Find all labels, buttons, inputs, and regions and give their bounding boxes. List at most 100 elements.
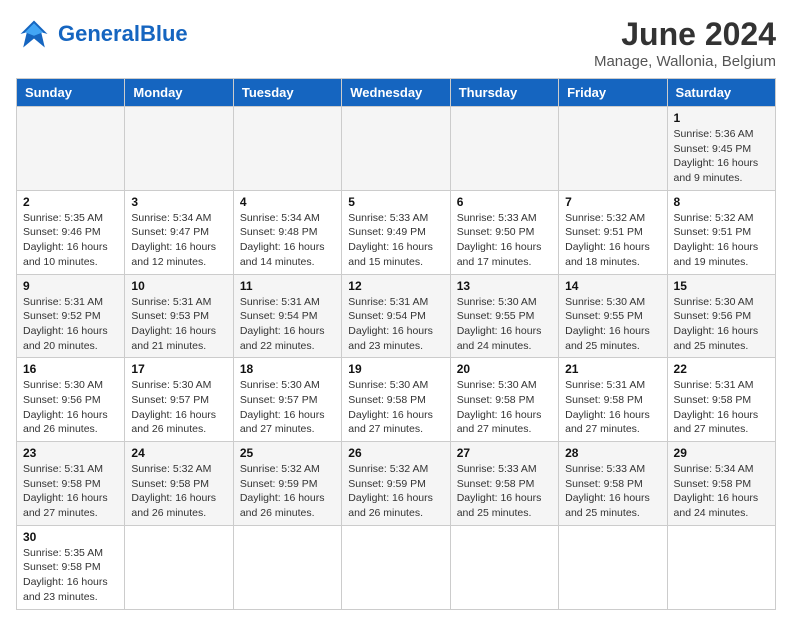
- day-info: Sunrise: 5:31 AMSunset: 9:58 PMDaylight:…: [674, 378, 769, 437]
- calendar-cell: 26 Sunrise: 5:32 AMSunset: 9:59 PMDayligh…: [342, 442, 450, 526]
- day-number: 18: [240, 362, 335, 376]
- day-info: Sunrise: 5:33 AMSunset: 9:58 PMDaylight:…: [457, 462, 552, 521]
- calendar-cell: [233, 525, 341, 609]
- weekday-header-thursday: Thursday: [450, 79, 558, 107]
- day-info: Sunrise: 5:30 AMSunset: 9:55 PMDaylight:…: [457, 295, 552, 354]
- calendar-cell: 24Sunrise: 5:32 AMSunset: 9:58 PMDayligh…: [125, 442, 233, 526]
- calendar-cell: 16Sunrise: 5:30 AMSunset: 9:56 PMDayligh…: [17, 358, 125, 442]
- day-info: Sunrise: 5:31 AMSunset: 9:52 PMDaylight:…: [23, 295, 118, 354]
- day-info: Sunrise: 5:31 AMSunset: 9:53 PMDaylight:…: [131, 295, 226, 354]
- day-number: 6: [457, 195, 552, 209]
- day-number: 27: [457, 446, 552, 460]
- day-number: 4: [240, 195, 335, 209]
- day-number: 19: [348, 362, 443, 376]
- calendar-week-5: 23Sunrise: 5:31 AMSunset: 9:58 PMDayligh…: [17, 442, 776, 526]
- day-info: Sunrise: 5:32 AMSunset: 9:51 PMDaylight:…: [565, 211, 660, 270]
- day-number: 20: [457, 362, 552, 376]
- day-info: Sunrise: 5:33 AMSunset: 9:50 PMDaylight:…: [457, 211, 552, 270]
- day-number: 22: [674, 362, 769, 376]
- weekday-header-saturday: Saturday: [667, 79, 775, 107]
- day-number: 14: [565, 279, 660, 293]
- day-info: Sunrise: 5:35 AMSunset: 9:46 PMDaylight:…: [23, 211, 118, 270]
- calendar-cell: 2 Sunrise: 5:35 AMSunset: 9:46 PMDaylight…: [17, 190, 125, 274]
- calendar-cell: [559, 107, 667, 191]
- logo-text: GeneralBlue: [58, 23, 188, 45]
- calendar-cell: 4 Sunrise: 5:34 AMSunset: 9:48 PMDaylight…: [233, 190, 341, 274]
- calendar-cell: [125, 525, 233, 609]
- day-info: Sunrise: 5:34 AMSunset: 9:47 PMDaylight:…: [131, 211, 226, 270]
- day-info: Sunrise: 5:30 AMSunset: 9:55 PMDaylight:…: [565, 295, 660, 354]
- day-info: Sunrise: 5:34 AMSunset: 9:48 PMDaylight:…: [240, 211, 335, 270]
- day-info: Sunrise: 5:32 AMSunset: 9:58 PMDaylight:…: [131, 462, 226, 521]
- calendar-cell: [450, 107, 558, 191]
- calendar-cell: 13Sunrise: 5:30 AMSunset: 9:55 PMDayligh…: [450, 274, 558, 358]
- day-info: Sunrise: 5:33 AMSunset: 9:58 PMDaylight:…: [565, 462, 660, 521]
- calendar-cell: [125, 107, 233, 191]
- day-info: Sunrise: 5:32 AMSunset: 9:59 PMDaylight:…: [348, 462, 443, 521]
- weekday-header-wednesday: Wednesday: [342, 79, 450, 107]
- calendar-cell: [450, 525, 558, 609]
- day-number: 16: [23, 362, 118, 376]
- weekday-header-monday: Monday: [125, 79, 233, 107]
- logo-icon: [16, 16, 52, 52]
- day-number: 12: [348, 279, 443, 293]
- calendar-cell: 3Sunrise: 5:34 AMSunset: 9:47 PMDaylight…: [125, 190, 233, 274]
- calendar-cell: 29Sunrise: 5:34 AMSunset: 9:58 PMDayligh…: [667, 442, 775, 526]
- subtitle: Manage, Wallonia, Belgium: [594, 53, 776, 70]
- calendar-cell: 18 Sunrise: 5:30 AMSunset: 9:57 PMDayligh…: [233, 358, 341, 442]
- day-number: 5: [348, 195, 443, 209]
- calendar-week-3: 9Sunrise: 5:31 AMSunset: 9:52 PMDaylight…: [17, 274, 776, 358]
- weekday-header-sunday: Sunday: [17, 79, 125, 107]
- day-info: Sunrise: 5:30 AMSunset: 9:57 PMDaylight:…: [240, 378, 335, 437]
- day-number: 15: [674, 279, 769, 293]
- day-info: Sunrise: 5:34 AMSunset: 9:58 PMDaylight:…: [674, 462, 769, 521]
- calendar-cell: 25 Sunrise: 5:32 AMSunset: 9:59 PMDayligh…: [233, 442, 341, 526]
- day-number: 23: [23, 446, 118, 460]
- calendar-cell: 23Sunrise: 5:31 AMSunset: 9:58 PMDayligh…: [17, 442, 125, 526]
- day-info: Sunrise: 5:36 AMSunset: 9:45 PMDaylight:…: [674, 127, 769, 186]
- calendar-cell: [342, 107, 450, 191]
- calendar-cell: [342, 525, 450, 609]
- day-info: Sunrise: 5:32 AMSunset: 9:59 PMDaylight:…: [240, 462, 335, 521]
- day-number: 8: [674, 195, 769, 209]
- calendar-cell: 15 Sunrise: 5:30 AMSunset: 9:56 PMDayligh…: [667, 274, 775, 358]
- calendar-cell: [559, 525, 667, 609]
- weekday-header-tuesday: Tuesday: [233, 79, 341, 107]
- day-number: 25: [240, 446, 335, 460]
- calendar-cell: 11 Sunrise: 5:31 AMSunset: 9:54 PMDayligh…: [233, 274, 341, 358]
- logo-blue: Blue: [140, 21, 188, 46]
- title-area: June 2024 Manage, Wallonia, Belgium: [594, 16, 776, 70]
- day-number: 11: [240, 279, 335, 293]
- day-info: Sunrise: 5:30 AMSunset: 9:57 PMDaylight:…: [131, 378, 226, 437]
- calendar-cell: 10Sunrise: 5:31 AMSunset: 9:53 PMDayligh…: [125, 274, 233, 358]
- calendar-cell: 1Sunrise: 5:36 AMSunset: 9:45 PMDaylight…: [667, 107, 775, 191]
- day-number: 7: [565, 195, 660, 209]
- calendar-cell: 19 Sunrise: 5:30 AMSunset: 9:58 PMDayligh…: [342, 358, 450, 442]
- calendar-week-1: 1Sunrise: 5:36 AMSunset: 9:45 PMDaylight…: [17, 107, 776, 191]
- calendar-cell: 12Sunrise: 5:31 AMSunset: 9:54 PMDayligh…: [342, 274, 450, 358]
- logo-general: General: [58, 21, 140, 46]
- calendar-cell: [233, 107, 341, 191]
- calendar-cell: 20 Sunrise: 5:30 AMSunset: 9:58 PMDayligh…: [450, 358, 558, 442]
- calendar-cell: [17, 107, 125, 191]
- day-number: 26: [348, 446, 443, 460]
- calendar-cell: 9Sunrise: 5:31 AMSunset: 9:52 PMDaylight…: [17, 274, 125, 358]
- day-info: Sunrise: 5:30 AMSunset: 9:58 PMDaylight:…: [457, 378, 552, 437]
- day-number: 30: [23, 530, 118, 544]
- calendar-cell: 22 Sunrise: 5:31 AMSunset: 9:58 PMDayligh…: [667, 358, 775, 442]
- day-info: Sunrise: 5:31 AMSunset: 9:54 PMDaylight:…: [240, 295, 335, 354]
- calendar-cell: 21Sunrise: 5:31 AMSunset: 9:58 PMDayligh…: [559, 358, 667, 442]
- calendar-cell: [667, 525, 775, 609]
- calendar-week-6: 30Sunrise: 5:35 AMSunset: 9:58 PMDayligh…: [17, 525, 776, 609]
- day-number: 28: [565, 446, 660, 460]
- day-info: Sunrise: 5:30 AMSunset: 9:58 PMDaylight:…: [348, 378, 443, 437]
- calendar-table: SundayMondayTuesdayWednesdayThursdayFrid…: [16, 78, 776, 610]
- day-number: 17: [131, 362, 226, 376]
- calendar-cell: 17 Sunrise: 5:30 AMSunset: 9:57 PMDayligh…: [125, 358, 233, 442]
- day-info: Sunrise: 5:30 AMSunset: 9:56 PMDaylight:…: [674, 295, 769, 354]
- calendar-cell: 28 Sunrise: 5:33 AMSunset: 9:58 PMDayligh…: [559, 442, 667, 526]
- day-number: 2: [23, 195, 118, 209]
- calendar-cell: 27 Sunrise: 5:33 AMSunset: 9:58 PMDayligh…: [450, 442, 558, 526]
- calendar-cell: 7 Sunrise: 5:32 AMSunset: 9:51 PMDaylight…: [559, 190, 667, 274]
- calendar-cell: 6 Sunrise: 5:33 AMSunset: 9:50 PMDaylight…: [450, 190, 558, 274]
